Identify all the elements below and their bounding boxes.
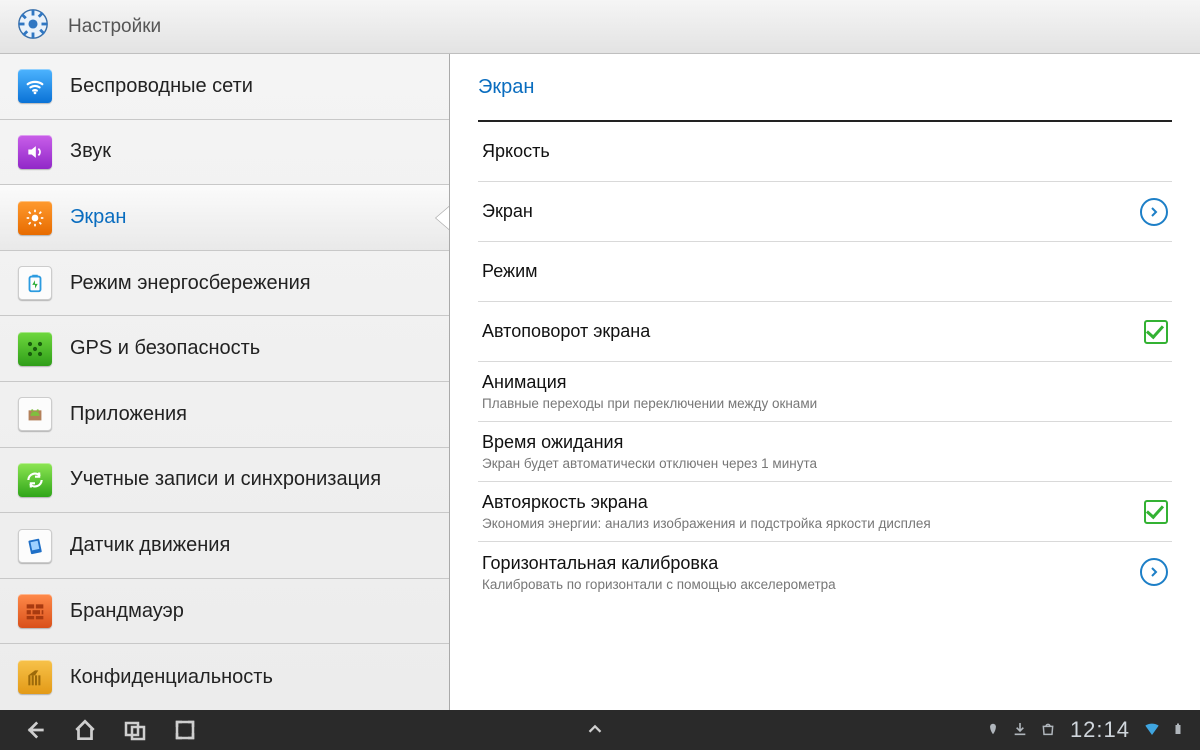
gps-icon (18, 332, 52, 366)
row-title: Время ожидания (482, 432, 817, 453)
wifi-icon (18, 69, 52, 103)
sidebar-item-accounts[interactable]: Учетные записи и синхронизация (0, 448, 449, 514)
sidebar-item-label: GPS и безопасность (70, 337, 260, 360)
navbar: 12:14 (0, 710, 1200, 750)
sound-icon (18, 135, 52, 169)
checkbox-icon[interactable] (1144, 500, 1168, 524)
row-title: Автояркость экрана (482, 492, 931, 513)
sidebar-item-label: Звук (70, 140, 111, 163)
sidebar-item-display[interactable]: Экран (0, 185, 449, 251)
sidebar-item-label: Учетные записи и синхронизация (70, 468, 381, 491)
home-button[interactable] (60, 710, 110, 750)
display-icon (18, 201, 52, 235)
row-title: Режим (482, 261, 538, 282)
row-title: Яркость (482, 141, 550, 162)
sidebar: Беспроводные сети Звук Экран Режим энерг… (0, 54, 450, 710)
sidebar-item-label: Брандмауэр (70, 600, 184, 623)
row-title: Анимация (482, 372, 817, 393)
row-subtitle: Калибровать по горизонтали с помощью акс… (482, 577, 836, 592)
expand-button[interactable] (570, 710, 620, 750)
row-animation[interactable]: Анимация Плавные переходы при переключен… (478, 362, 1172, 422)
row-subtitle: Экран будет автоматически отключен через… (482, 456, 817, 471)
gear-icon (16, 7, 50, 46)
detail-header: Экран (478, 54, 1172, 122)
detail-panel: Экран Яркость Экран Режим Автоповорот эк… (450, 54, 1200, 710)
download-icon (1012, 720, 1028, 741)
sidebar-item-wireless[interactable]: Беспроводные сети (0, 54, 449, 120)
row-brightness[interactable]: Яркость (478, 122, 1172, 182)
battery-status-icon (1172, 720, 1184, 741)
chevron-right-icon (1140, 198, 1168, 226)
app-title: Настройки (68, 16, 161, 38)
privacy-icon (18, 660, 52, 694)
sidebar-item-privacy[interactable]: Конфиденциальность (0, 644, 449, 710)
sidebar-item-power[interactable]: Режим энергосбережения (0, 251, 449, 317)
sidebar-item-label: Беспроводные сети (70, 75, 253, 98)
sidebar-item-sound[interactable]: Звук (0, 120, 449, 186)
firewall-icon (18, 594, 52, 628)
checkbox-icon[interactable] (1144, 320, 1168, 344)
back-button[interactable] (10, 710, 60, 750)
sidebar-item-label: Экран (70, 206, 126, 229)
row-subtitle: Экономия энергии: анализ изображения и п… (482, 516, 931, 531)
titlebar: Настройки (0, 0, 1200, 54)
row-title: Горизонтальная калибровка (482, 553, 836, 574)
detail-title: Экран (478, 76, 534, 99)
sidebar-item-label: Датчик движения (70, 534, 230, 557)
row-screen[interactable]: Экран (478, 182, 1172, 242)
row-timeout[interactable]: Время ожидания Экран будет автоматически… (478, 422, 1172, 482)
battery-icon (18, 266, 52, 300)
row-mode[interactable]: Режим (478, 242, 1172, 302)
sidebar-item-firewall[interactable]: Брандмауэр (0, 579, 449, 645)
bag-icon (1040, 720, 1056, 741)
row-subtitle: Плавные переходы при переключении между … (482, 396, 817, 411)
row-hcalib[interactable]: Горизонтальная калибровка Калибровать по… (478, 542, 1172, 602)
sidebar-item-label: Режим энергосбережения (70, 272, 311, 295)
motion-icon (18, 529, 52, 563)
row-autorotate[interactable]: Автоповорот экрана (478, 302, 1172, 362)
sync-icon (18, 463, 52, 497)
sidebar-item-label: Конфиденциальность (70, 666, 273, 689)
status-icon (986, 720, 1000, 741)
sidebar-item-gps[interactable]: GPS и безопасность (0, 316, 449, 382)
screenshot-button[interactable] (160, 710, 210, 750)
sidebar-item-apps[interactable]: Приложения (0, 382, 449, 448)
recent-button[interactable] (110, 710, 160, 750)
row-autobright[interactable]: Автояркость экрана Экономия энергии: ана… (478, 482, 1172, 542)
apps-icon (18, 397, 52, 431)
sidebar-item-label: Приложения (70, 403, 187, 426)
chevron-right-icon (1140, 558, 1168, 586)
clock: 12:14 (1070, 717, 1130, 743)
row-title: Автоповорот экрана (482, 321, 650, 342)
wifi-status-icon (1144, 721, 1160, 740)
sidebar-item-motion[interactable]: Датчик движения (0, 513, 449, 579)
row-title: Экран (482, 201, 533, 222)
